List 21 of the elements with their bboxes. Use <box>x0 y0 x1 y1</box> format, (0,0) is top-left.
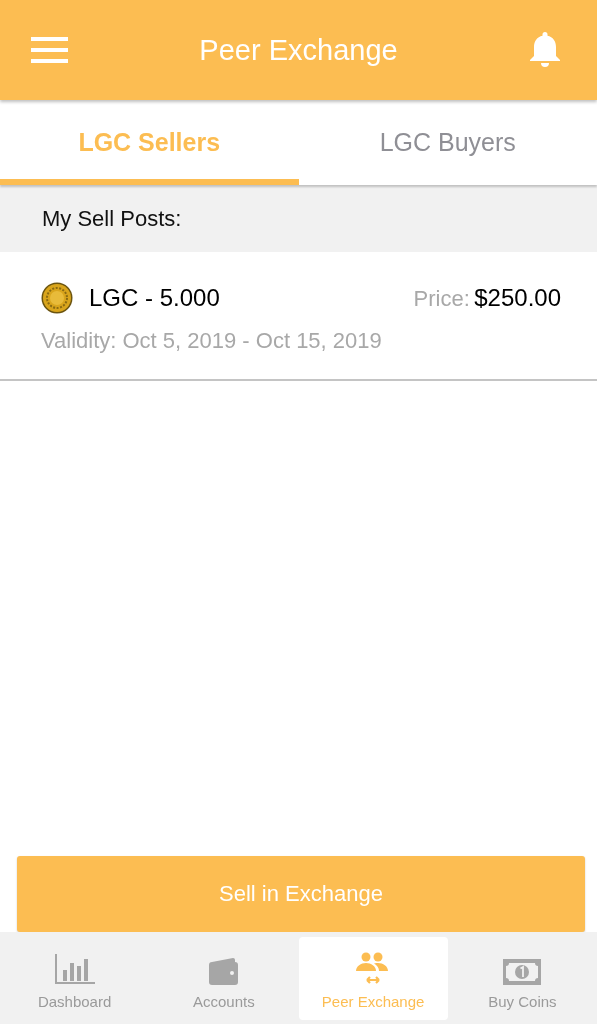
banknote-icon <box>503 959 542 985</box>
sell-post[interactable]: LGC - 5.000 Price: $250.00 Validity: Oct 5, 2019 - Oct 15, 2019 <box>0 252 597 381</box>
tab[interactable]: LGC Buyers <box>298 100 597 185</box>
bar-chart-icon <box>54 954 95 985</box>
section-title: My Sell Posts: <box>42 205 182 232</box>
sell-in-exchange-button[interactable]: Sell in Exchange <box>17 856 585 932</box>
tab[interactable]: LGC Sellers <box>0 100 299 185</box>
menu-icon[interactable] <box>31 37 68 63</box>
nav-item[interactable]: Accounts <box>149 937 299 1020</box>
nav-item[interactable]: Buy Coins <box>447 937 597 1020</box>
validity-text: Validity: Oct 5, 2019 - Oct 15, 2019 <box>41 328 383 354</box>
coin-amount: LGC - 5.000 <box>89 284 220 312</box>
people-exchange-icon <box>356 952 391 985</box>
price-value: $250.00 <box>474 284 561 311</box>
nav-item[interactable]: Dashboard <box>0 937 150 1020</box>
screen-title: Peer Exchange <box>199 33 398 67</box>
wallet-icon <box>208 957 239 985</box>
price-label: Price: <box>413 286 470 311</box>
nav-item[interactable]: Peer Exchange <box>298 937 448 1020</box>
coin-icon <box>41 282 73 314</box>
bell-icon[interactable] <box>529 31 561 69</box>
